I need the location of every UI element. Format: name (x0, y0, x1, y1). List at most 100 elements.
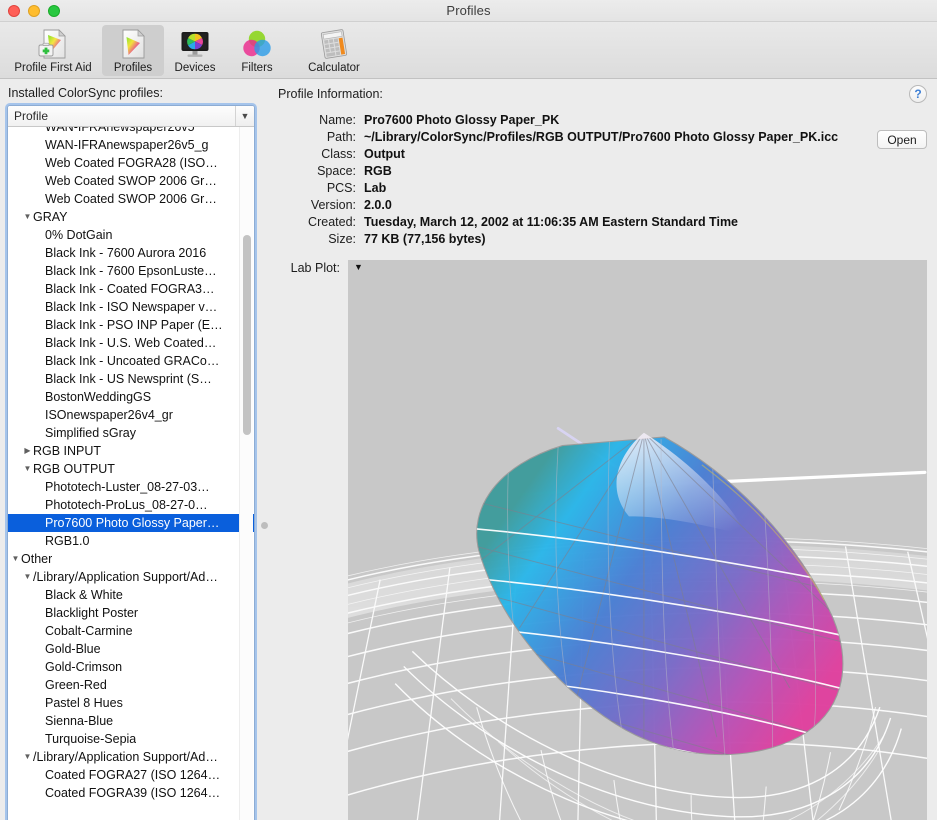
profiles-list-row[interactable]: Black Ink - 7600 EpsonLuste… (8, 262, 254, 280)
profile-field-value: Pro7600 Photo Glossy Paper_PK (364, 113, 560, 127)
profiles-list-row[interactable]: Phototech-ProLus_08-27-0… (8, 496, 254, 514)
profiles-list-row[interactable]: Green-Red (8, 676, 254, 694)
profiles-list-row[interactable]: ISOnewspaper26v4_gr (8, 406, 254, 424)
minimize-button[interactable] (28, 5, 40, 17)
profiles-list-row-label: /Library/Application Support/Ad… (33, 750, 218, 764)
profiles-list-row[interactable]: Sienna-Blue (8, 712, 254, 730)
profiles-list-row[interactable]: Black Ink - PSO INP Paper (E… (8, 316, 254, 334)
profiles-list-row[interactable]: Simplified sGray (8, 424, 254, 442)
devices-icon (178, 28, 212, 60)
profiles-list-row[interactable]: WAN-IFRAnewspaper26v5 (8, 127, 254, 136)
profiles-list-row-selected[interactable]: Pro7600 Photo Glossy Paper… (8, 514, 254, 532)
triangle-down-icon: ▼ (354, 261, 363, 272)
toolbar-item-profiles[interactable]: Profiles (102, 25, 164, 76)
triangle-down-icon: ▼ (23, 752, 32, 761)
profiles-list-row[interactable]: Blacklight Poster (8, 604, 254, 622)
profiles-list-row[interactable]: Black Ink - 7600 Aurora 2016 (8, 244, 254, 262)
profiles-list-scrollbar[interactable] (239, 127, 253, 820)
window-body: Installed ColorSync profiles: Profile ▼ … (0, 79, 937, 820)
lab-plot-label: Lab Plot: (290, 261, 340, 275)
profiles-list-row[interactable]: ▼ Other (8, 550, 254, 568)
toolbar-label: Profile First Aid (14, 62, 92, 74)
profile-information-pane: Profile Information: ? Open Name: Pro7600… (262, 79, 937, 820)
profile-field-value: 2.0.0 (364, 198, 392, 212)
profiles-list-row-label: 0% DotGain (45, 228, 113, 242)
profiles-list-row[interactable]: Black Ink - U.S. Web Coated… (8, 334, 254, 352)
profiles-list-row-label: Web Coated FOGRA28 (ISO… (45, 156, 218, 170)
toolbar-label: Devices (174, 62, 216, 74)
profiles-list-row-label: RGB1.0 (45, 534, 90, 548)
profiles-list-row[interactable]: BostonWeddingGS (8, 388, 254, 406)
profiles-list-row-label: Web Coated SWOP 2006 Gr… (45, 192, 217, 206)
profiles-list-row[interactable]: Gold-Crimson (8, 658, 254, 676)
profiles-list-row[interactable]: ▼/Library/Application Support/Ad… (8, 748, 254, 766)
profiles-list-row[interactable]: Phototech-Luster_08-27-03… (8, 478, 254, 496)
profiles-list-row[interactable]: Black Ink - US Newsprint (S… (8, 370, 254, 388)
profiles-list-row[interactable]: RGB1.0 (8, 532, 254, 550)
profiles-list-row[interactable]: Coated FOGRA39 (ISO 1264… (8, 784, 254, 802)
profiles-list-scroll[interactable]: WAN-IFRAnewspaper26v5 WAN-IFRAnewspaper26… (8, 127, 254, 820)
profiles-list-row[interactable]: Coated FOGRA27 (ISO 1264… (8, 766, 254, 784)
profiles-list: WAN-IFRAnewspaper26v5 WAN-IFRAnewspaper26… (8, 127, 254, 802)
traffic-light-group (8, 5, 60, 17)
profiles-list-row[interactable]: Web Coated FOGRA28 (ISO… (8, 154, 254, 172)
profiles-list-row-label: Sienna-Blue (45, 714, 114, 728)
profile-field-value: 77 KB (77,156 bytes) (364, 232, 486, 246)
profiles-list-row-label: Turquoise-Sepia (45, 732, 137, 746)
help-question-icon[interactable]: ? (909, 85, 927, 103)
profiles-list-row-label: Gold-Crimson (45, 660, 123, 674)
profiles-list-row-label: Cobalt-Carmine (45, 624, 133, 638)
calculator-icon (317, 28, 351, 60)
toolbar-item-profile-first-aid[interactable]: Profile First Aid (4, 25, 102, 76)
profiles-column-header[interactable]: Profile ▼ (8, 106, 254, 127)
profiles-list-row[interactable]: Turquoise-Sepia (8, 730, 254, 748)
toolbar-item-devices[interactable]: Devices (164, 25, 226, 76)
column-sort-button[interactable]: ▼ (235, 106, 254, 126)
profiles-list-row[interactable]: Black & White (8, 586, 254, 604)
profiles-list-row-label: Black Ink - 7600 EpsonLuste… (45, 264, 217, 278)
toolbar-item-filters[interactable]: Filters (226, 25, 288, 76)
triangle-right-icon: ▶ (24, 446, 31, 455)
profiles-list-row-label: GRAY (33, 210, 68, 224)
profiles-list-row-label: Other (21, 552, 53, 566)
lab-plot-disclosure[interactable]: ▼ (348, 260, 927, 274)
profiles-list-row[interactable]: Gold-Blue (8, 640, 254, 658)
profile-information-title: Profile Information: (278, 87, 383, 101)
scrollbar-thumb[interactable] (243, 235, 251, 435)
toolbar-item-calculator[interactable]: Calculator (288, 25, 380, 76)
zoom-button[interactable] (48, 5, 60, 17)
profiles-list-row[interactable]: Black Ink - Coated FOGRA3… (8, 280, 254, 298)
profiles-list-row[interactable]: WAN-IFRAnewspaper26v5_g (8, 136, 254, 154)
profiles-list-row[interactable]: ▶ RGB INPUT (8, 442, 254, 460)
profiles-list-row-label: Simplified sGray (45, 426, 136, 440)
toolbar-label: Calculator (308, 62, 360, 74)
profiles-list-row-label: Web Coated SWOP 2006 Gr… (45, 174, 217, 188)
lab-plot-row: Lab Plot: ▼ (278, 260, 927, 820)
lab-plot-wrapper: ▼ (348, 260, 927, 820)
profile-field-label: Created: (308, 215, 356, 229)
profiles-list-row-label: Black Ink - ISO Newspaper v… (45, 300, 218, 314)
profiles-list-row[interactable]: Pastel 8 Hues (8, 694, 254, 712)
open-button[interactable]: Open (877, 130, 927, 149)
profiles-list-row-label: BostonWeddingGS (45, 390, 152, 404)
profiles-list-box: Profile ▼ WAN-IFRAnewspaper26v5 WAN-IFRAn… (5, 103, 257, 820)
lab-plot-canvas[interactable] (348, 274, 927, 820)
profiles-list-row[interactable]: Web Coated SWOP 2006 Gr… (8, 172, 254, 190)
profiles-list-row[interactable]: Black Ink - Uncoated GRACo… (8, 352, 254, 370)
lab-gamut-3d-plot (348, 274, 927, 820)
close-button[interactable] (8, 5, 20, 17)
profile-field-label: PCS: (326, 181, 356, 195)
filters-icon (240, 28, 274, 60)
profiles-list-row[interactable]: 0% DotGain (8, 226, 254, 244)
profiles-list-row[interactable]: ▼ RGB OUTPUT (8, 460, 254, 478)
profiles-list-row[interactable]: Black Ink - ISO Newspaper v… (8, 298, 254, 316)
profiles-list-row-label: Black Ink - US Newsprint (S… (45, 372, 212, 386)
profiles-list-row-label: Phototech-Luster_08-27-03… (45, 480, 210, 494)
profile-field-label: Class: (321, 147, 356, 161)
profiles-list-row[interactable]: ▼ GRAY (8, 208, 254, 226)
profiles-list-row[interactable]: Cobalt-Carmine (8, 622, 254, 640)
profiles-list-row-label: /Library/Application Support/Ad… (33, 570, 218, 584)
profiles-list-row[interactable]: Web Coated SWOP 2006 Gr… (8, 190, 254, 208)
profile-field-value: Output (364, 147, 405, 161)
profiles-list-row[interactable]: ▼/Library/Application Support/Ad… (8, 568, 254, 586)
